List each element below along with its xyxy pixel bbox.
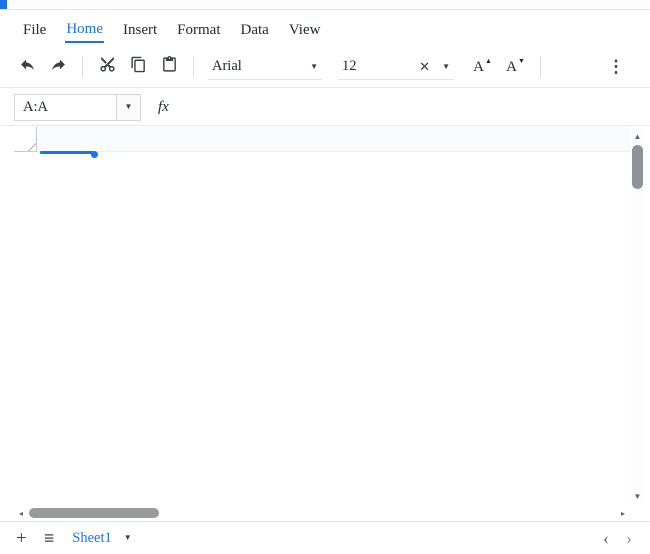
letter-a-glyph: A bbox=[506, 58, 517, 75]
vertical-scrollbar[interactable]: ▲ ▼ bbox=[630, 128, 645, 504]
next-sheet-button[interactable]: › bbox=[626, 529, 632, 547]
more-options-button[interactable]: ⋮ bbox=[603, 53, 629, 81]
toolbar-separator bbox=[193, 56, 194, 78]
fx-label: fx bbox=[158, 98, 169, 115]
kebab-menu-icon: ⋮ bbox=[607, 57, 625, 76]
scroll-up-button[interactable]: ▲ bbox=[630, 129, 645, 143]
decrease-font-size-button[interactable]: A ▼ bbox=[501, 53, 529, 81]
copy-icon bbox=[130, 56, 147, 78]
select-all-corner-cell[interactable] bbox=[14, 127, 37, 152]
toolbar-separator bbox=[82, 56, 83, 78]
horizontal-scrollbar-thumb[interactable] bbox=[29, 508, 159, 518]
menu-item-insert[interactable]: Insert bbox=[122, 16, 158, 42]
spreadsheet-grid[interactable]: ▲ ▼ bbox=[0, 127, 650, 505]
menu-item-home[interactable]: Home bbox=[65, 15, 105, 43]
hamburger-icon: ≡ bbox=[44, 528, 55, 548]
copy-button[interactable] bbox=[125, 53, 151, 81]
menu-bar: File Home Insert Format Data View bbox=[0, 11, 650, 47]
scroll-right-icon: ▸ bbox=[620, 508, 625, 518]
selection-handle[interactable] bbox=[91, 151, 98, 158]
vertical-scrollbar-thumb[interactable] bbox=[632, 145, 643, 189]
redo-button[interactable] bbox=[45, 53, 71, 81]
scroll-left-icon: ◂ bbox=[18, 508, 23, 518]
sheet-tab-sheet1[interactable]: Sheet1 ▼ bbox=[72, 530, 131, 547]
top-left-accent-fragment bbox=[0, 0, 7, 9]
scroll-left-button[interactable]: ◂ bbox=[14, 505, 28, 521]
horizontal-scrollbar[interactable]: ◂ ▸ bbox=[14, 505, 630, 521]
undo-icon bbox=[19, 56, 36, 78]
menu-item-data[interactable]: Data bbox=[240, 16, 270, 42]
sheet-list-button[interactable]: ≡ bbox=[44, 529, 54, 547]
scroll-down-button[interactable]: ▼ bbox=[630, 489, 645, 503]
chevron-down-icon: ▼ bbox=[123, 533, 132, 542]
menu-item-view[interactable]: View bbox=[288, 16, 322, 42]
clear-x-icon[interactable]: ✕ bbox=[419, 60, 430, 73]
paste-button[interactable] bbox=[156, 53, 182, 81]
add-sheet-button[interactable]: + bbox=[16, 529, 38, 548]
scroll-up-icon: ▲ bbox=[633, 131, 642, 141]
scroll-down-icon: ▼ bbox=[633, 491, 642, 501]
font-size-dropdown[interactable]: 12 ✕ ▼ bbox=[338, 54, 454, 80]
scroll-right-button[interactable]: ▸ bbox=[616, 505, 630, 521]
column-header-strip[interactable] bbox=[14, 127, 630, 152]
menu-item-file[interactable]: File bbox=[22, 16, 47, 42]
spreadsheet-app: File Home Insert Format Data View Arial … bbox=[0, 0, 650, 554]
formula-bar: A:A ▼ fx bbox=[0, 89, 650, 126]
triangle-down-icon: ▼ bbox=[517, 56, 525, 65]
menu-item-format[interactable]: Format bbox=[176, 16, 221, 42]
redo-icon bbox=[50, 56, 67, 78]
font-size-value: 12 bbox=[342, 58, 357, 74]
chevron-down-icon: ▼ bbox=[442, 61, 450, 71]
sheet-bar: + ≡ Sheet1 ▼ ‹ › bbox=[0, 521, 650, 554]
sheet-tab-label: Sheet1 bbox=[72, 529, 112, 546]
triangle-up-icon: ▲ bbox=[484, 56, 492, 65]
toolbar: Arial ▼ 12 ✕ ▼ A ▲ A ▼ ⋮ bbox=[0, 47, 650, 88]
scissors-icon bbox=[99, 56, 116, 78]
font-family-value: Arial bbox=[212, 58, 242, 74]
plus-icon: + bbox=[16, 527, 27, 549]
top-strip bbox=[0, 0, 650, 10]
cut-button[interactable] bbox=[94, 53, 120, 81]
font-family-dropdown[interactable]: Arial ▼ bbox=[208, 54, 322, 80]
name-box-value: A:A bbox=[23, 98, 48, 115]
prev-sheet-button[interactable]: ‹ bbox=[603, 529, 609, 547]
corner-diagonal bbox=[26, 142, 36, 151]
undo-button[interactable] bbox=[14, 53, 40, 81]
sheet-tab-navigation: ‹ › bbox=[603, 529, 632, 547]
toolbar-separator bbox=[540, 56, 541, 78]
chevron-down-icon: ▼ bbox=[124, 102, 133, 111]
name-box-dropdown-button[interactable]: ▼ bbox=[116, 94, 140, 120]
name-box[interactable]: A:A ▼ bbox=[14, 93, 141, 121]
increase-font-size-button[interactable]: A ▲ bbox=[468, 53, 496, 81]
clipboard-icon bbox=[161, 56, 178, 78]
column-selection-underline bbox=[40, 151, 94, 154]
chevron-down-icon: ▼ bbox=[310, 61, 318, 71]
letter-a-glyph: A bbox=[473, 58, 484, 75]
